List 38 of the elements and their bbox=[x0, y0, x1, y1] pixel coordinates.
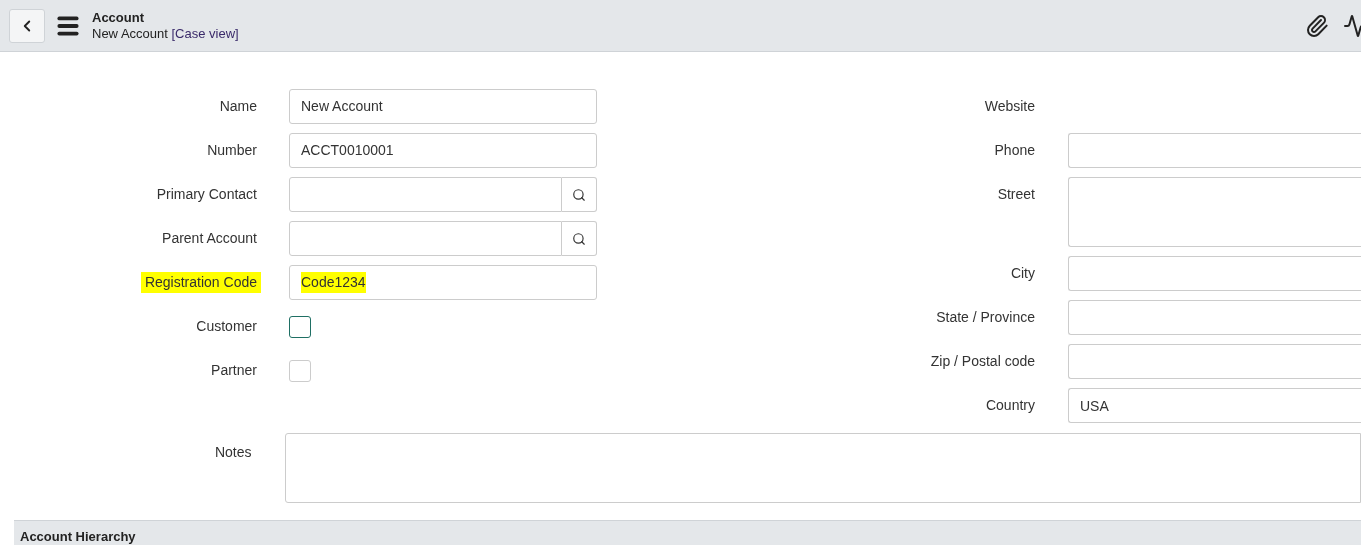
input-field[interactable]: USA bbox=[1068, 388, 1361, 423]
record-subtitle: New Account [Case view] bbox=[92, 25, 239, 42]
field-label: Customer bbox=[195, 317, 258, 336]
field-label: State / Province bbox=[936, 308, 1035, 327]
notes-area[interactable] bbox=[284, 433, 1361, 503]
field-label: Registration Code bbox=[140, 272, 261, 293]
activity-icon[interactable] bbox=[1343, 13, 1361, 38]
input-field[interactable]: Code1234 bbox=[289, 265, 597, 300]
input-field[interactable] bbox=[289, 177, 562, 212]
input-field[interactable] bbox=[289, 221, 562, 256]
search-icon bbox=[572, 187, 586, 202]
search-button[interactable] bbox=[562, 221, 597, 256]
field-label: Notes bbox=[214, 443, 252, 462]
field-label: Partner bbox=[210, 361, 258, 380]
search-button[interactable] bbox=[562, 177, 597, 212]
checkbox[interactable] bbox=[289, 315, 311, 338]
field-label: Primary Contact bbox=[155, 185, 258, 204]
field-label: Name bbox=[218, 97, 258, 116]
input-field[interactable] bbox=[1068, 344, 1361, 379]
input-field[interactable]: ACCT0010001 bbox=[289, 133, 597, 168]
search-icon bbox=[572, 231, 586, 246]
text-area[interactable] bbox=[1068, 177, 1361, 247]
field-label: Parent Account bbox=[161, 229, 258, 248]
field-label: Zip / Postal code bbox=[930, 352, 1035, 371]
input-field[interactable] bbox=[1068, 300, 1361, 335]
field-label: City bbox=[1010, 264, 1035, 283]
field-label: Number bbox=[206, 141, 258, 160]
input-field[interactable] bbox=[1068, 133, 1361, 168]
input-field[interactable]: New Account bbox=[289, 89, 597, 124]
back-button[interactable] bbox=[9, 8, 45, 43]
field-label: Street bbox=[997, 185, 1035, 204]
record-title: Account bbox=[92, 9, 145, 26]
paperclip-icon[interactable] bbox=[1305, 13, 1329, 38]
field-label: Country bbox=[985, 396, 1035, 415]
section-title: Account Hierarchy bbox=[20, 529, 136, 544]
field-label: Phone bbox=[994, 141, 1035, 160]
field-label: Website bbox=[984, 97, 1035, 116]
input-field[interactable] bbox=[1068, 256, 1361, 291]
